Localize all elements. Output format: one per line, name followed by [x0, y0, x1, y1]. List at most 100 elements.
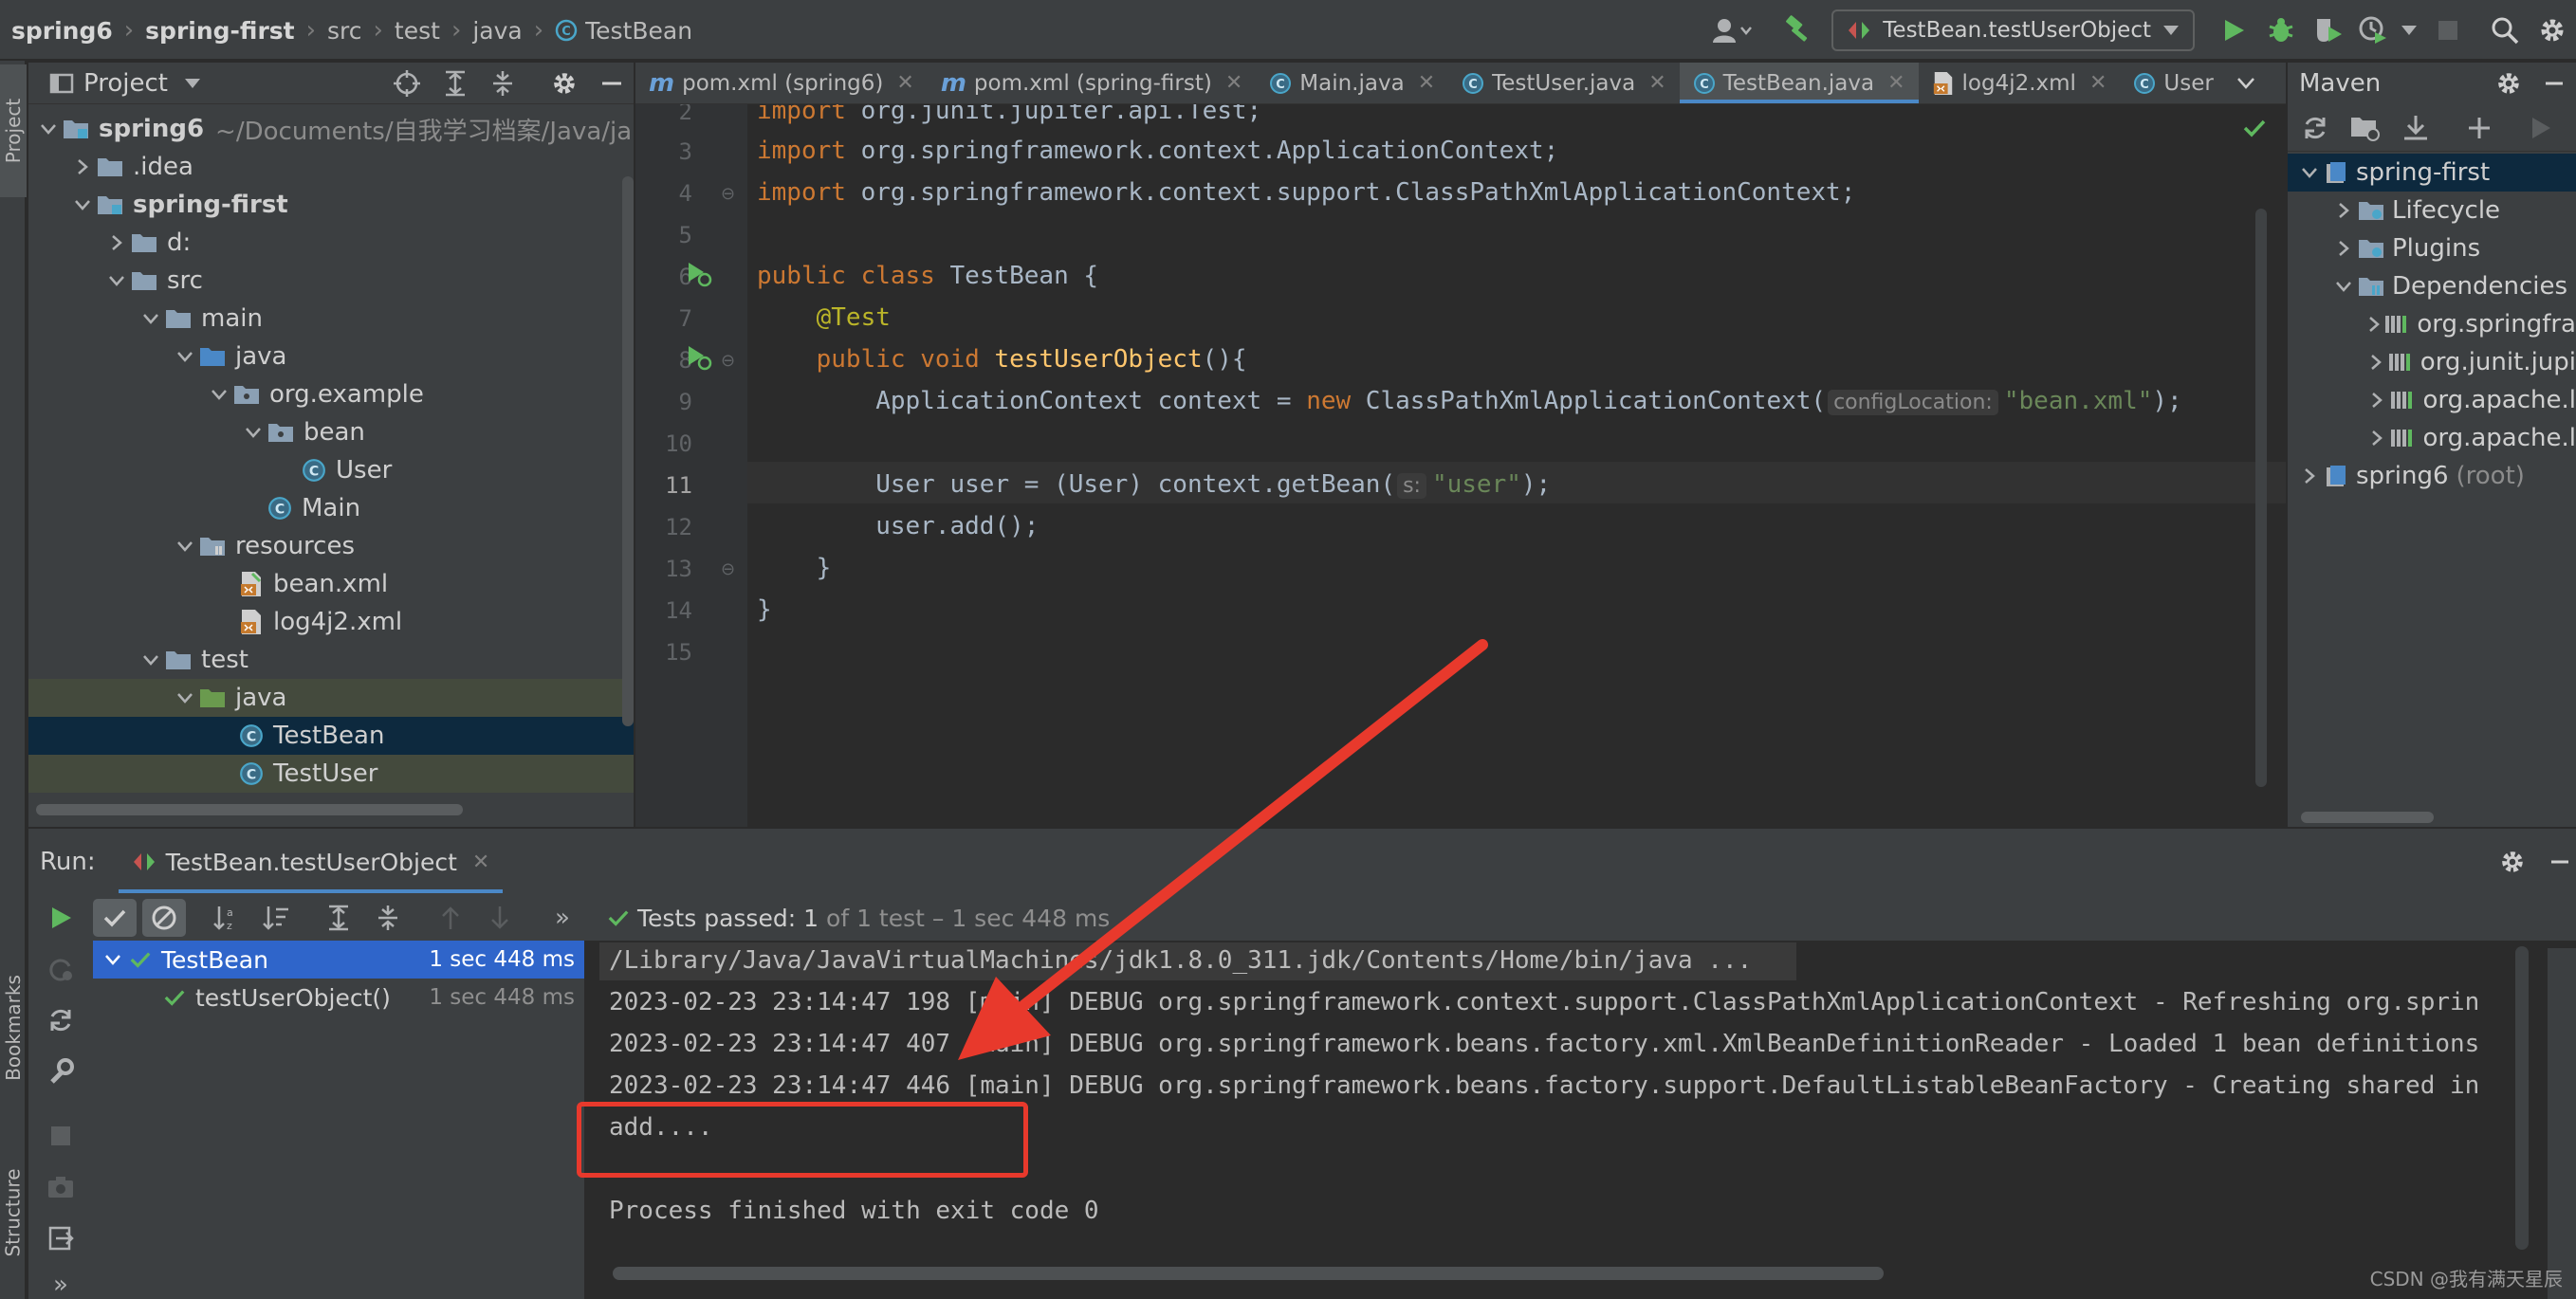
chevron-down-icon[interactable] [205, 389, 233, 400]
chevron-down-icon[interactable] [171, 692, 199, 704]
download-icon[interactable] [2401, 114, 2430, 142]
hide-panel-icon[interactable] [599, 69, 624, 98]
wrench-icon[interactable] [37, 1052, 84, 1090]
maven-horizontal-scrollbar[interactable] [2301, 812, 2434, 823]
next-test-icon[interactable] [478, 899, 522, 937]
tree-item[interactable]: C User [28, 451, 634, 489]
editor-vertical-scrollbar[interactable] [2255, 209, 2267, 787]
tab-pom-spring6[interactable]: m pom.xml (spring6) ✕ [635, 63, 928, 103]
run-configuration-selector[interactable]: TestBean.testUserObject [1831, 9, 2195, 51]
code-editor[interactable]: 2 3 4 5 6 7 8 9 10 11 12 13 14 15 ⊖ ⊖ ⊖ … [635, 104, 2286, 827]
fold-marker-icon[interactable]: ⊖ [721, 184, 735, 204]
tree-item[interactable]: src [28, 262, 634, 300]
run-icon[interactable] [2210, 7, 2257, 54]
profiler-icon[interactable] [2352, 7, 2394, 54]
chevron-right-icon[interactable] [2329, 240, 2358, 257]
tree-item[interactable]: C TestUser [28, 755, 634, 793]
close-icon[interactable]: ✕ [1887, 71, 1904, 95]
hide-panel-icon[interactable] [2544, 69, 2565, 98]
chevron-down-icon[interactable] [171, 351, 199, 362]
tree-item[interactable]: C TestBean [28, 717, 634, 755]
more-run-options-icon[interactable] [2394, 7, 2424, 54]
tab-main-java[interactable]: C Main.java ✕ [1256, 63, 1448, 103]
rerun-failed-icon[interactable] [37, 950, 84, 988]
reload-icon[interactable] [2301, 114, 2329, 142]
close-icon[interactable]: ✕ [1225, 71, 1242, 95]
expand-all-icon[interactable] [317, 899, 360, 937]
maven-tree-item[interactable]: Dependencies [2288, 267, 2576, 305]
chevron-right-icon[interactable] [2364, 430, 2390, 447]
bookmarks-tool-window-button[interactable]: Bookmarks [0, 933, 27, 1123]
maven-tree-item[interactable]: org.apache.l [2288, 419, 2576, 457]
run-icon[interactable] [2529, 115, 2553, 141]
generate-sources-icon[interactable] [2350, 114, 2381, 142]
chevron-down-icon[interactable] [2295, 167, 2324, 178]
breadcrumb-item[interactable]: spring6 [11, 17, 113, 45]
add-icon[interactable] [2466, 115, 2493, 141]
tree-item[interactable]: log4j2.xml [28, 603, 634, 641]
project-horizontal-scrollbar[interactable] [36, 804, 463, 815]
locate-target-icon[interactable] [393, 69, 421, 98]
maven-tree-item[interactable]: Lifecycle [2288, 192, 2576, 229]
chevron-down-icon[interactable] [97, 954, 129, 965]
chevron-right-icon[interactable] [2364, 316, 2384, 333]
test-tree-item[interactable]: testUserObject() 1 sec 448 ms [93, 979, 584, 1016]
maven-tree-item[interactable]: spring-first [2288, 154, 2576, 192]
tree-item[interactable]: resources [28, 527, 634, 565]
chevron-right-icon[interactable] [2295, 467, 2324, 485]
run-tab[interactable]: TestBean.testUserObject ✕ [118, 829, 504, 895]
show-passed-icon[interactable] [93, 899, 137, 937]
chevron-down-icon[interactable] [137, 313, 165, 324]
stop-icon[interactable] [37, 1117, 84, 1155]
chevron-down-icon[interactable] [2329, 281, 2358, 292]
sort-alphabetically-icon[interactable]: az [205, 899, 248, 937]
close-icon[interactable]: ✕ [1648, 71, 1665, 95]
collapse-all-icon[interactable] [366, 899, 410, 937]
run-test-gutter-icon[interactable] [685, 343, 713, 372]
breadcrumb-item[interactable]: spring-first [145, 17, 294, 45]
show-ignored-icon[interactable] [142, 899, 186, 937]
fold-marker-icon[interactable]: ⊖ [721, 351, 735, 371]
inspection-ok-icon[interactable] [2242, 118, 2267, 138]
collapse-all-icon[interactable] [489, 69, 516, 98]
tree-item[interactable]: d: [28, 224, 634, 262]
chevron-down-icon[interactable] [137, 654, 165, 666]
test-tree-item[interactable]: TestBean 1 sec 448 ms [93, 941, 584, 979]
tab-testbean-java[interactable]: C TestBean.java ✕ [1679, 63, 1919, 103]
project-vertical-scrollbar[interactable] [622, 176, 634, 726]
structure-tool-window-button[interactable]: Structure [0, 1132, 27, 1293]
user-icon[interactable] [1708, 7, 1756, 54]
run-test-gutter-icon[interactable] [685, 260, 713, 288]
breadcrumb-item[interactable]: test [395, 17, 440, 45]
breadcrumb-item[interactable]: java [472, 17, 522, 45]
chevron-right-icon[interactable] [2329, 202, 2358, 219]
tab-list-dropdown[interactable] [2227, 63, 2265, 103]
console-horizontal-scrollbar[interactable] [613, 1267, 1884, 1280]
close-icon[interactable]: ✕ [896, 71, 913, 95]
build-hammer-icon[interactable] [1775, 7, 1822, 54]
tree-item[interactable]: C Main [28, 489, 634, 527]
toggle-auto-test-icon[interactable] [37, 1001, 84, 1039]
tree-item[interactable]: bean.xml [28, 565, 634, 603]
chevron-down-icon[interactable] [68, 199, 97, 210]
tree-item[interactable]: main [28, 300, 634, 338]
breadcrumb-item[interactable]: src [327, 17, 362, 45]
debug-icon[interactable] [2257, 7, 2305, 54]
previous-test-icon[interactable] [429, 899, 472, 937]
rerun-icon[interactable] [37, 899, 84, 937]
coverage-icon[interactable] [2305, 7, 2352, 54]
fold-marker-icon[interactable]: ⊖ [721, 559, 735, 579]
chevron-right-icon[interactable] [68, 158, 97, 175]
search-icon[interactable] [2481, 7, 2529, 54]
tree-item[interactable]: java [28, 679, 634, 717]
export-icon[interactable] [37, 1219, 84, 1257]
tree-item[interactable]: bean [28, 413, 634, 451]
maven-tree-item[interactable]: org.junit.jupi [2288, 343, 2576, 381]
settings-gear-icon[interactable] [550, 69, 579, 98]
tree-item[interactable]: java [28, 338, 634, 375]
settings-gear-icon[interactable] [2494, 69, 2523, 98]
close-icon[interactable]: ✕ [472, 851, 489, 874]
chevron-down-icon[interactable] [102, 275, 131, 286]
tab-pom-spring-first[interactable]: m pom.xml (spring-first) ✕ [928, 63, 1256, 103]
tab-log4j2-xml[interactable]: log4j2.xml ✕ [1919, 63, 2121, 103]
